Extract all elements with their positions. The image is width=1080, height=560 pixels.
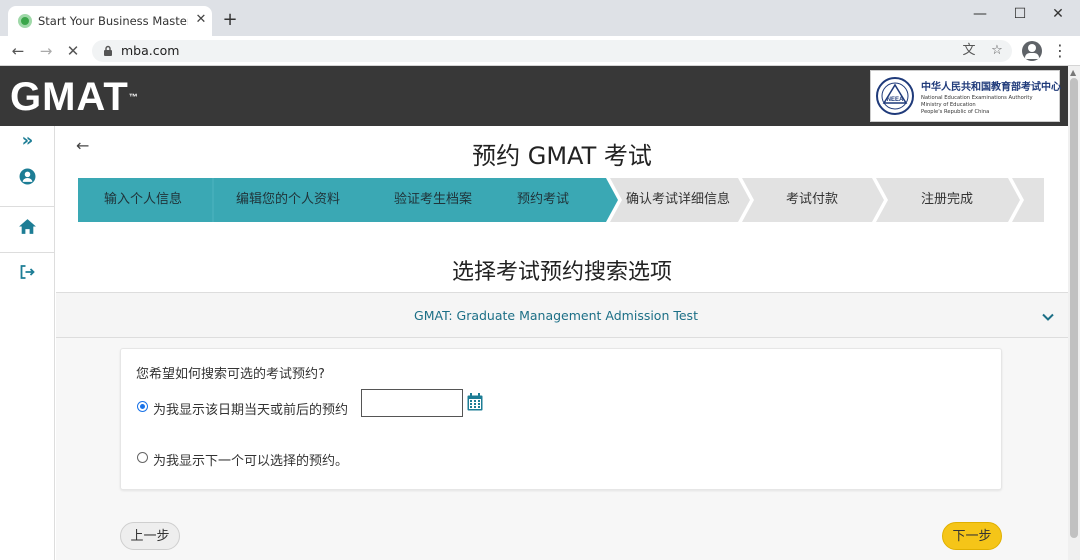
lock-icon	[104, 45, 112, 56]
site-header: GMAT™ NEEA 中华人民共和国教育部考试中心 National Educa…	[0, 66, 1068, 126]
neea-name-en-3: People's Republic of China	[921, 109, 990, 115]
sidebar-divider	[0, 206, 55, 207]
bookmark-star-icon[interactable]: ☆	[988, 42, 1006, 60]
neea-name-en-2: Ministry of Education	[921, 102, 976, 108]
neea-seal-icon: NEEA	[876, 77, 914, 115]
scroll-up-icon[interactable]: ▲	[1070, 68, 1076, 77]
exam-name: GMAT: Graduate Management Admission Test	[414, 308, 698, 323]
tab-close-icon[interactable]: ✕	[193, 12, 209, 28]
form-area: 您希望如何搜索可选的考试预约? 为我显示该日期当天或前后的预约 为我显示下一个可…	[56, 338, 1068, 560]
user-circle-icon[interactable]	[19, 168, 36, 185]
section-title: 选择考试预约搜索选项	[451, 260, 672, 285]
main-content: ← 预约 GMAT 考试 输入个人信息 编辑您的个人资料 验证考生档案 预约考试…	[56, 126, 1068, 560]
sidebar-divider	[0, 252, 55, 253]
gmat-logo[interactable]: GMAT™	[10, 76, 139, 118]
step-complete: 注册完成	[920, 192, 973, 207]
step-verify-profile: 验证考生档案	[393, 192, 472, 207]
maximize-button[interactable]: ☐	[1010, 4, 1030, 24]
new-tab-button[interactable]: +	[220, 10, 240, 30]
browser-tab-bar: Start Your Business Master's a ✕ + — ☐ ✕	[0, 0, 1080, 36]
radio-by-date[interactable]	[137, 401, 148, 412]
scroll-thumb[interactable]	[1070, 78, 1078, 538]
left-sidebar: »	[0, 126, 55, 560]
site-favicon-icon	[18, 14, 32, 28]
exam-accordion[interactable]: GMAT: Graduate Management Admission Test	[56, 292, 1068, 338]
page-scrollbar[interactable]: ▲	[1068, 66, 1080, 560]
page-title: 预约 GMAT 考试	[472, 142, 652, 170]
option-by-date-label[interactable]: 为我显示该日期当天或前后的预约	[153, 399, 348, 418]
step-edit-profile: 编辑您的个人资料	[235, 192, 340, 207]
calendar-icon[interactable]	[467, 393, 483, 411]
step-confirm-details: 确认考试详细信息	[625, 192, 730, 207]
step-book-exam: 预约考试	[516, 192, 569, 207]
address-bar: ← → ✕ mba.com 文 ☆ ⋮	[0, 36, 1080, 66]
option-next-available-label[interactable]: 为我显示下一个可以选择的预约。	[153, 450, 348, 469]
neea-name-en-1: National Education Examinations Authorit…	[921, 95, 1033, 101]
step-personal-info: 输入个人信息	[103, 192, 182, 207]
stop-loading-button[interactable]: ✕	[63, 41, 83, 61]
step-payment: 考试付款	[785, 192, 838, 207]
search-question: 您希望如何搜索可选的考试预约?	[136, 367, 325, 382]
progress-stepper: 输入个人信息 编辑您的个人资料 验证考生档案 预约考试 确认考试详细信息 考试付…	[78, 178, 1044, 222]
url-text: mba.com	[121, 43, 180, 58]
neea-name-cn: 中华人民共和国教育部考试中心	[921, 82, 1061, 93]
minimize-button[interactable]: —	[970, 4, 990, 24]
radio-next-available[interactable]	[137, 452, 148, 463]
svg-text:NEEA: NEEA	[887, 97, 904, 103]
next-button[interactable]: 下一步	[942, 522, 1002, 550]
forward-button[interactable]: →	[36, 41, 56, 61]
browser-tab[interactable]: Start Your Business Master's a ✕	[8, 6, 212, 36]
home-icon[interactable]	[18, 218, 37, 235]
tab-title: Start Your Business Master's a	[38, 14, 188, 28]
chevron-down-icon[interactable]	[1040, 309, 1056, 325]
neea-partner-logo: NEEA 中华人民共和国教育部考试中心 National Education E…	[870, 70, 1061, 122]
search-options-card: 您希望如何搜索可选的考试预约? 为我显示该日期当天或前后的预约 为我显示下一个可…	[120, 348, 1002, 490]
back-button[interactable]: ←	[8, 41, 28, 61]
date-field[interactable]	[361, 389, 463, 417]
profile-avatar-icon[interactable]	[1022, 41, 1042, 61]
sign-out-icon[interactable]	[19, 264, 36, 280]
window-close-button[interactable]: ✕	[1048, 4, 1068, 24]
browser-menu-icon[interactable]: ⋮	[1052, 41, 1068, 61]
translate-icon[interactable]: 文	[960, 42, 978, 60]
url-field[interactable]: mba.com 文 ☆	[92, 40, 1012, 62]
previous-button[interactable]: 上一步	[120, 522, 180, 550]
expand-sidebar-icon[interactable]: »	[0, 130, 55, 151]
